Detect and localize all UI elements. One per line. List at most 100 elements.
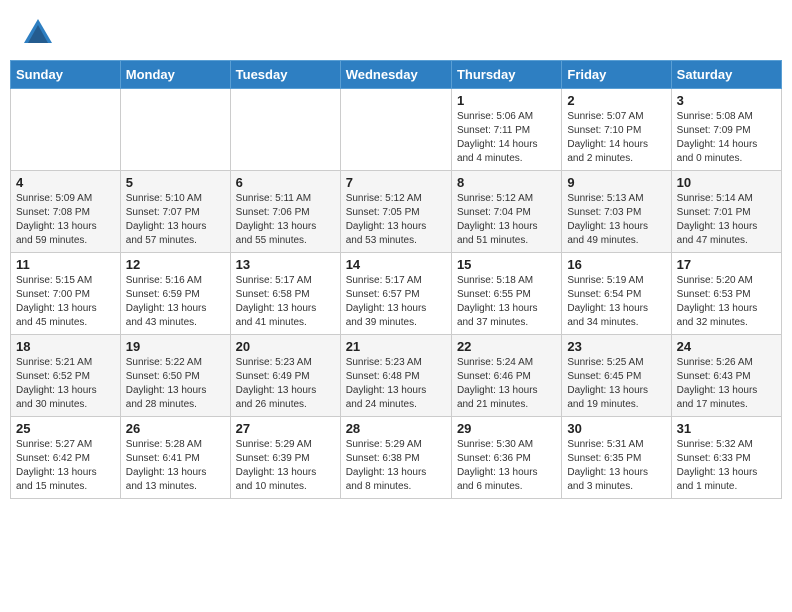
- calendar-day-cell: [120, 89, 230, 171]
- day-info: Sunrise: 5:27 AM Sunset: 6:42 PM Dayligh…: [16, 438, 115, 494]
- day-info: Sunrise: 5:17 AM Sunset: 6:58 PM Dayligh…: [236, 274, 335, 330]
- day-info: Sunrise: 5:09 AM Sunset: 7:08 PM Dayligh…: [16, 192, 115, 248]
- day-number: 17: [677, 257, 776, 272]
- day-info: Sunrise: 5:10 AM Sunset: 7:07 PM Dayligh…: [126, 192, 225, 248]
- calendar-day-cell: 10 Sunrise: 5:14 AM Sunset: 7:01 PM Dayli…: [671, 171, 781, 253]
- day-info: Sunrise: 5:12 AM Sunset: 7:05 PM Dayligh…: [346, 192, 446, 248]
- day-info: Sunrise: 5:17 AM Sunset: 6:57 PM Dayligh…: [346, 274, 446, 330]
- day-number: 8: [457, 175, 556, 190]
- calendar-day-cell: 4 Sunrise: 5:09 AM Sunset: 7:08 PM Daylig…: [11, 171, 121, 253]
- day-info: Sunrise: 5:13 AM Sunset: 7:03 PM Dayligh…: [567, 192, 665, 248]
- calendar-day-cell: 3Sunrise: 5:08 AM Sunset: 7:09 PM Daylig…: [671, 89, 781, 171]
- day-info: Sunrise: 5:30 AM Sunset: 6:36 PM Dayligh…: [457, 438, 556, 494]
- calendar-week-row: 18Sunrise: 5:21 AM Sunset: 6:52 PM Dayli…: [11, 335, 782, 417]
- day-number: 26: [126, 421, 225, 436]
- day-info: Sunrise: 5:21 AM Sunset: 6:52 PM Dayligh…: [16, 356, 115, 412]
- calendar-day-cell: 22 Sunrise: 5:24 AM Sunset: 6:46 PM Dayli…: [451, 335, 561, 417]
- day-number: 29: [457, 421, 556, 436]
- day-info: Sunrise: 5:08 AM Sunset: 7:09 PM Dayligh…: [677, 110, 776, 166]
- day-number: 12: [126, 257, 225, 272]
- day-of-week-header: Wednesday: [340, 61, 451, 89]
- day-number: 25: [16, 421, 115, 436]
- day-number: 11: [16, 257, 115, 272]
- calendar-day-cell: 6 Sunrise: 5:11 AM Sunset: 7:06 PM Daylig…: [230, 171, 340, 253]
- calendar-day-cell: 19 Sunrise: 5:22 AM Sunset: 6:50 PM Dayli…: [120, 335, 230, 417]
- calendar-day-cell: 7 Sunrise: 5:12 AM Sunset: 7:05 PM Daylig…: [340, 171, 451, 253]
- day-number: 30: [567, 421, 665, 436]
- calendar-day-cell: 20 Sunrise: 5:23 AM Sunset: 6:49 PM Dayli…: [230, 335, 340, 417]
- day-number: 22: [457, 339, 556, 354]
- calendar-day-cell: [340, 89, 451, 171]
- day-number: 31: [677, 421, 776, 436]
- day-of-week-header: Friday: [562, 61, 671, 89]
- day-number: 7: [346, 175, 446, 190]
- day-number: 27: [236, 421, 335, 436]
- calendar-day-cell: 21 Sunrise: 5:23 AM Sunset: 6:48 PM Dayli…: [340, 335, 451, 417]
- day-info: Sunrise: 5:23 AM Sunset: 6:49 PM Dayligh…: [236, 356, 335, 412]
- day-number: 20: [236, 339, 335, 354]
- day-number: 14: [346, 257, 446, 272]
- day-info: Sunrise: 5:32 AM Sunset: 6:33 PM Dayligh…: [677, 438, 776, 494]
- day-info: Sunrise: 5:22 AM Sunset: 6:50 PM Dayligh…: [126, 356, 225, 412]
- calendar-day-cell: [11, 89, 121, 171]
- day-of-week-header: Tuesday: [230, 61, 340, 89]
- day-info: Sunrise: 5:11 AM Sunset: 7:06 PM Dayligh…: [236, 192, 335, 248]
- calendar-day-cell: 2Sunrise: 5:07 AM Sunset: 7:10 PM Daylig…: [562, 89, 671, 171]
- day-number: 15: [457, 257, 556, 272]
- day-info: Sunrise: 5:06 AM Sunset: 7:11 PM Dayligh…: [457, 110, 556, 166]
- day-number: 6: [236, 175, 335, 190]
- day-number: 19: [126, 339, 225, 354]
- calendar-day-cell: 24 Sunrise: 5:26 AM Sunset: 6:43 PM Dayli…: [671, 335, 781, 417]
- calendar-day-cell: 9Sunrise: 5:13 AM Sunset: 7:03 PM Daylig…: [562, 171, 671, 253]
- calendar-day-cell: 23Sunrise: 5:25 AM Sunset: 6:45 PM Dayli…: [562, 335, 671, 417]
- day-info: Sunrise: 5:18 AM Sunset: 6:55 PM Dayligh…: [457, 274, 556, 330]
- calendar-day-cell: 8 Sunrise: 5:12 AM Sunset: 7:04 PM Daylig…: [451, 171, 561, 253]
- calendar-week-row: 11Sunrise: 5:15 AM Sunset: 7:00 PM Dayli…: [11, 253, 782, 335]
- logo-icon: [20, 15, 50, 45]
- calendar-day-cell: 11Sunrise: 5:15 AM Sunset: 7:00 PM Dayli…: [11, 253, 121, 335]
- calendar-day-cell: 16 Sunrise: 5:19 AM Sunset: 6:54 PM Dayli…: [562, 253, 671, 335]
- calendar-day-cell: 18Sunrise: 5:21 AM Sunset: 6:52 PM Dayli…: [11, 335, 121, 417]
- day-number: 10: [677, 175, 776, 190]
- calendar-week-row: 1 Sunrise: 5:06 AM Sunset: 7:11 PM Daylig…: [11, 89, 782, 171]
- calendar-header-row: SundayMondayTuesdayWednesdayThursdayFrid…: [11, 61, 782, 89]
- day-number: 21: [346, 339, 446, 354]
- day-of-week-header: Thursday: [451, 61, 561, 89]
- day-of-week-header: Sunday: [11, 61, 121, 89]
- day-info: Sunrise: 5:29 AM Sunset: 6:39 PM Dayligh…: [236, 438, 335, 494]
- day-number: 1: [457, 93, 556, 108]
- calendar-day-cell: 17 Sunrise: 5:20 AM Sunset: 6:53 PM Dayli…: [671, 253, 781, 335]
- day-info: Sunrise: 5:26 AM Sunset: 6:43 PM Dayligh…: [677, 356, 776, 412]
- day-number: 4: [16, 175, 115, 190]
- day-number: 5: [126, 175, 225, 190]
- day-info: Sunrise: 5:29 AM Sunset: 6:38 PM Dayligh…: [346, 438, 446, 494]
- calendar-day-cell: 1 Sunrise: 5:06 AM Sunset: 7:11 PM Daylig…: [451, 89, 561, 171]
- day-number: 16: [567, 257, 665, 272]
- day-info: Sunrise: 5:28 AM Sunset: 6:41 PM Dayligh…: [126, 438, 225, 494]
- day-info: Sunrise: 5:19 AM Sunset: 6:54 PM Dayligh…: [567, 274, 665, 330]
- day-info: Sunrise: 5:31 AM Sunset: 6:35 PM Dayligh…: [567, 438, 665, 494]
- day-info: Sunrise: 5:23 AM Sunset: 6:48 PM Dayligh…: [346, 356, 446, 412]
- calendar-week-row: 25 Sunrise: 5:27 AM Sunset: 6:42 PM Dayli…: [11, 417, 782, 499]
- calendar-day-cell: 25 Sunrise: 5:27 AM Sunset: 6:42 PM Dayli…: [11, 417, 121, 499]
- day-info: Sunrise: 5:20 AM Sunset: 6:53 PM Dayligh…: [677, 274, 776, 330]
- day-of-week-header: Monday: [120, 61, 230, 89]
- day-info: Sunrise: 5:07 AM Sunset: 7:10 PM Dayligh…: [567, 110, 665, 166]
- day-number: 23: [567, 339, 665, 354]
- calendar-day-cell: 29 Sunrise: 5:30 AM Sunset: 6:36 PM Dayli…: [451, 417, 561, 499]
- day-info: Sunrise: 5:12 AM Sunset: 7:04 PM Dayligh…: [457, 192, 556, 248]
- logo: [20, 15, 54, 45]
- page-header: [10, 10, 782, 50]
- day-info: Sunrise: 5:14 AM Sunset: 7:01 PM Dayligh…: [677, 192, 776, 248]
- calendar-day-cell: 28 Sunrise: 5:29 AM Sunset: 6:38 PM Dayli…: [340, 417, 451, 499]
- calendar-day-cell: 30 Sunrise: 5:31 AM Sunset: 6:35 PM Dayli…: [562, 417, 671, 499]
- day-number: 24: [677, 339, 776, 354]
- day-number: 28: [346, 421, 446, 436]
- day-info: Sunrise: 5:24 AM Sunset: 6:46 PM Dayligh…: [457, 356, 556, 412]
- calendar-day-cell: 5 Sunrise: 5:10 AM Sunset: 7:07 PM Daylig…: [120, 171, 230, 253]
- day-info: Sunrise: 5:16 AM Sunset: 6:59 PM Dayligh…: [126, 274, 225, 330]
- calendar-day-cell: 31 Sunrise: 5:32 AM Sunset: 6:33 PM Dayli…: [671, 417, 781, 499]
- calendar-day-cell: 15 Sunrise: 5:18 AM Sunset: 6:55 PM Dayli…: [451, 253, 561, 335]
- calendar-week-row: 4 Sunrise: 5:09 AM Sunset: 7:08 PM Daylig…: [11, 171, 782, 253]
- calendar-day-cell: 14 Sunrise: 5:17 AM Sunset: 6:57 PM Dayli…: [340, 253, 451, 335]
